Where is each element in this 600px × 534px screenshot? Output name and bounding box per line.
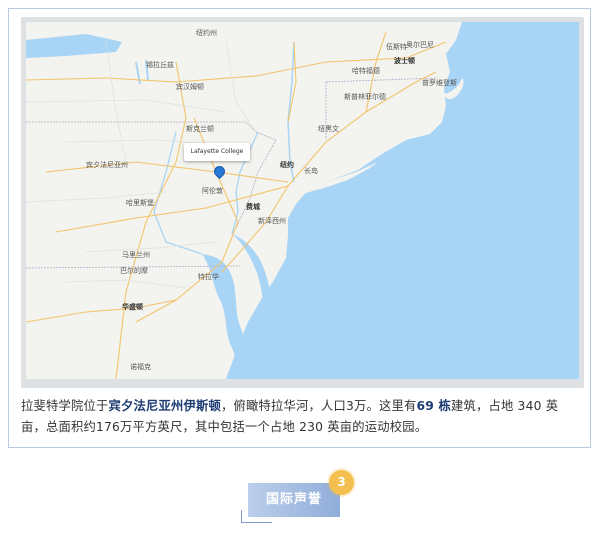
caption-text-2: ，俯瞰特拉华河，人口3万。这里有 — [220, 399, 417, 413]
map-label: 新泽西州 — [258, 217, 286, 225]
map-label: 华盛顿 — [122, 303, 143, 311]
map-label: 锡拉丘兹 — [146, 61, 174, 69]
map-label: 宾夕法尼亚州 — [86, 161, 128, 169]
map-label: 纽约 — [280, 161, 294, 169]
map-label: 哈里斯堡 — [126, 199, 154, 207]
map-label: 纽约州 — [196, 29, 217, 37]
location-callout[interactable]: Lafayette College — [184, 143, 250, 161]
map-label: 纽黑文 — [318, 125, 339, 133]
map-label: 伍斯特 — [386, 43, 407, 51]
map-label: 阿伦敦 — [202, 187, 223, 195]
map-label: 巴尔的摩 — [120, 267, 148, 275]
map-label: 波士顿 — [394, 57, 415, 65]
map-label: 哈特福德 — [352, 67, 380, 75]
map-label: 长岛 — [304, 167, 318, 175]
map-frame: 纽约州 锡拉丘兹 奥尔巴尼 宾汉姆顿 斯克兰顿 新泽西州 纽约 费城 阿伦敦 哈… — [21, 17, 584, 388]
article-card: 纽约州 锡拉丘兹 奥尔巴尼 宾汉姆顿 斯克兰顿 新泽西州 纽约 费城 阿伦敦 哈… — [8, 8, 591, 448]
map-view[interactable]: 纽约州 锡拉丘兹 奥尔巴尼 宾汉姆顿 斯克兰顿 新泽西州 纽约 费城 阿伦敦 哈… — [26, 22, 579, 379]
section-number-badge: 3 — [329, 470, 354, 495]
border-ny-pa — [26, 121, 277, 141]
map-caption: 拉斐特学院位于宾夕法尼亚州伊斯顿，俯瞰特拉华河，人口3万。这里有69 栋建筑，占… — [21, 396, 581, 438]
map-label: 马里兰州 — [122, 251, 150, 259]
delaware-bay — [232, 234, 271, 314]
caption-buildings: 69 栋 — [416, 399, 451, 413]
map-label: 斯普林菲尔德 — [344, 93, 386, 101]
border-ct-ma — [325, 77, 437, 140]
map-canvas — [26, 22, 579, 379]
map-label: 斯克兰顿 — [186, 125, 214, 133]
map-label: 诺福克 — [130, 363, 151, 371]
section-title: 国际声誉 — [248, 483, 340, 517]
caption-text-1: 拉斐特学院位于 — [21, 399, 109, 413]
map-label: 普罗维登斯 — [422, 79, 457, 87]
map-label: 奥尔巴尼 — [406, 41, 434, 49]
map-label: 费城 — [246, 203, 260, 211]
map-label: 宾汉姆顿 — [176, 83, 204, 91]
map-label: 特拉华 — [198, 273, 219, 281]
caption-state: 宾夕法尼亚州伊斯顿 — [108, 399, 221, 413]
